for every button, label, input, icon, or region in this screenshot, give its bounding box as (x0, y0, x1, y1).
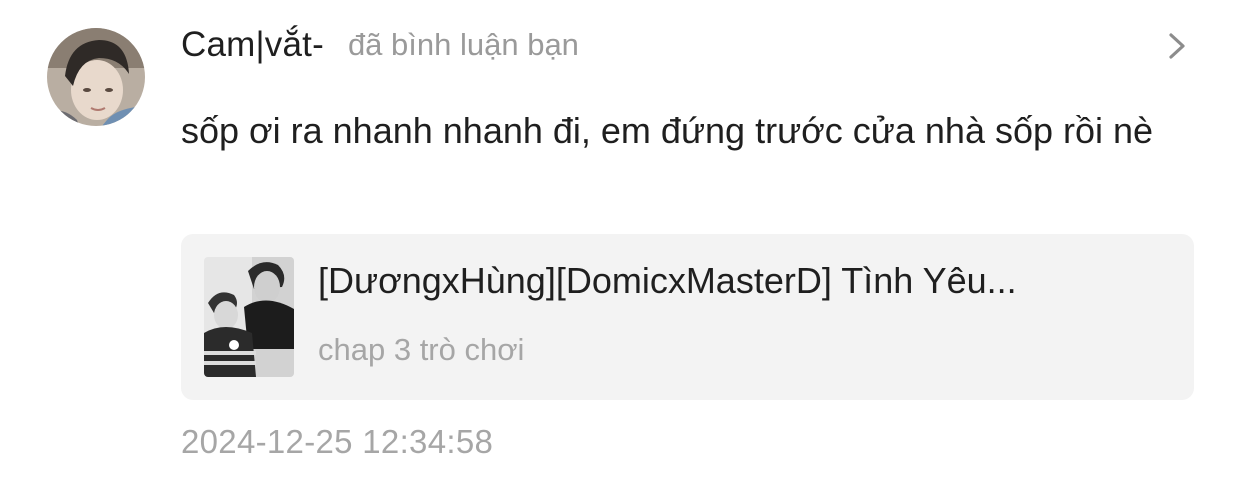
username[interactable]: Cam|vắt- (181, 25, 324, 65)
notification-header: Cam|vắt- đã bình luận bạn (181, 22, 579, 68)
story-chapter: chap 3 trò chơi (318, 332, 525, 367)
timestamp: 2024-12-25 12:34:58 (181, 423, 494, 460)
story-title: [DươngxHùng][DomicxMasterD] Tình Yêu... (318, 260, 1017, 301)
chevron-right-icon[interactable] (1162, 30, 1192, 62)
story-card[interactable]: [DươngxHùng][DomicxMasterD] Tình Yêu... … (181, 234, 1194, 400)
story-cover (204, 257, 294, 377)
comment-notification[interactable]: Cam|vắt- đã bình luận bạn sốp ơi ra nhan… (0, 0, 1242, 503)
action-text: đã bình luận bạn (347, 27, 579, 62)
user-avatar[interactable] (47, 28, 145, 126)
story-cover-image (204, 257, 294, 377)
comment-text: sốp ơi ra nhanh nhanh đi, em đứng trước … (181, 110, 1154, 151)
avatar-image (47, 28, 145, 126)
